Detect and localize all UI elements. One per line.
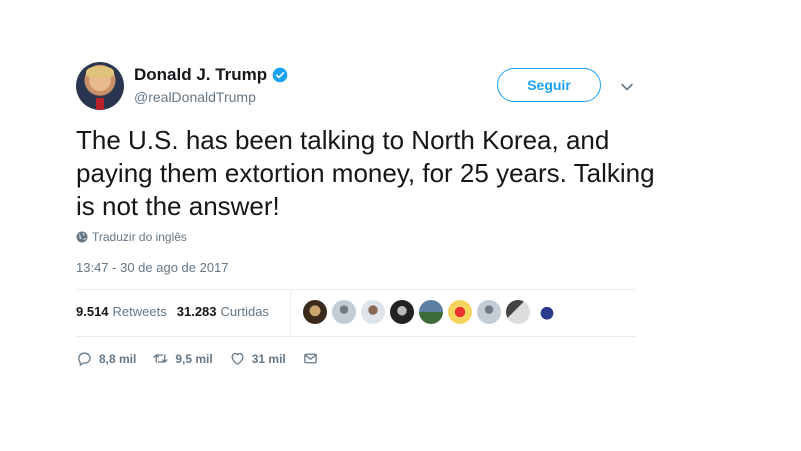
like-count: 31 mil bbox=[251, 351, 286, 366]
stats-top-divider bbox=[76, 289, 636, 290]
retweet-icon bbox=[153, 354, 168, 363]
retweets-stat[interactable]: 9.514 Retweets bbox=[76, 304, 167, 319]
liker-avatar[interactable] bbox=[361, 300, 385, 324]
liker-avatars bbox=[303, 300, 559, 324]
translate-label: Traduzir do inglês bbox=[92, 230, 187, 244]
translate-link[interactable]: Traduzir do inglês bbox=[76, 230, 187, 244]
tweet-text: The U.S. has been talking to North Korea… bbox=[76, 125, 655, 221]
liker-avatar[interactable] bbox=[477, 300, 501, 324]
tweet-stats: 9.514 Retweets 31.283 Curtidas bbox=[76, 304, 269, 319]
liker-avatar[interactable] bbox=[506, 300, 530, 324]
liker-avatar[interactable] bbox=[303, 300, 327, 324]
tweet-timestamp[interactable]: 13:47 - 30 de ago de 2017 bbox=[76, 260, 229, 275]
liker-avatar[interactable] bbox=[535, 300, 559, 324]
likes-stat[interactable]: 31.283 Curtidas bbox=[177, 304, 269, 319]
retweet-count: 9,5 mil bbox=[175, 351, 213, 366]
tweet-actions: 8,8 mil 9,5 mil 31 mil bbox=[76, 350, 335, 367]
reply-icon bbox=[78, 352, 91, 366]
retweet-button[interactable]: 9,5 mil bbox=[152, 350, 213, 367]
author-name-row: Donald J. Trump bbox=[134, 65, 288, 85]
author-avatar[interactable] bbox=[76, 62, 124, 110]
liker-avatar[interactable] bbox=[390, 300, 414, 324]
stats-bottom-divider bbox=[76, 336, 636, 337]
reply-count: 8,8 mil bbox=[99, 351, 137, 366]
reply-button[interactable]: 8,8 mil bbox=[76, 350, 136, 367]
liker-avatar[interactable] bbox=[448, 300, 472, 324]
direct-message-button[interactable] bbox=[302, 350, 319, 367]
liker-avatar[interactable] bbox=[332, 300, 356, 324]
heart-icon bbox=[231, 352, 244, 365]
envelope-icon bbox=[303, 353, 317, 364]
author-name[interactable]: Donald J. Trump bbox=[134, 65, 267, 85]
like-button[interactable]: 31 mil bbox=[229, 350, 286, 367]
verified-badge-icon bbox=[272, 67, 288, 83]
chevron-down-icon[interactable] bbox=[620, 80, 634, 94]
globe-icon bbox=[76, 231, 88, 243]
author-handle[interactable]: @realDonaldTrump bbox=[134, 89, 256, 105]
follow-button[interactable]: Seguir bbox=[497, 68, 601, 102]
stats-separator bbox=[290, 291, 291, 335]
liker-avatar[interactable] bbox=[419, 300, 443, 324]
